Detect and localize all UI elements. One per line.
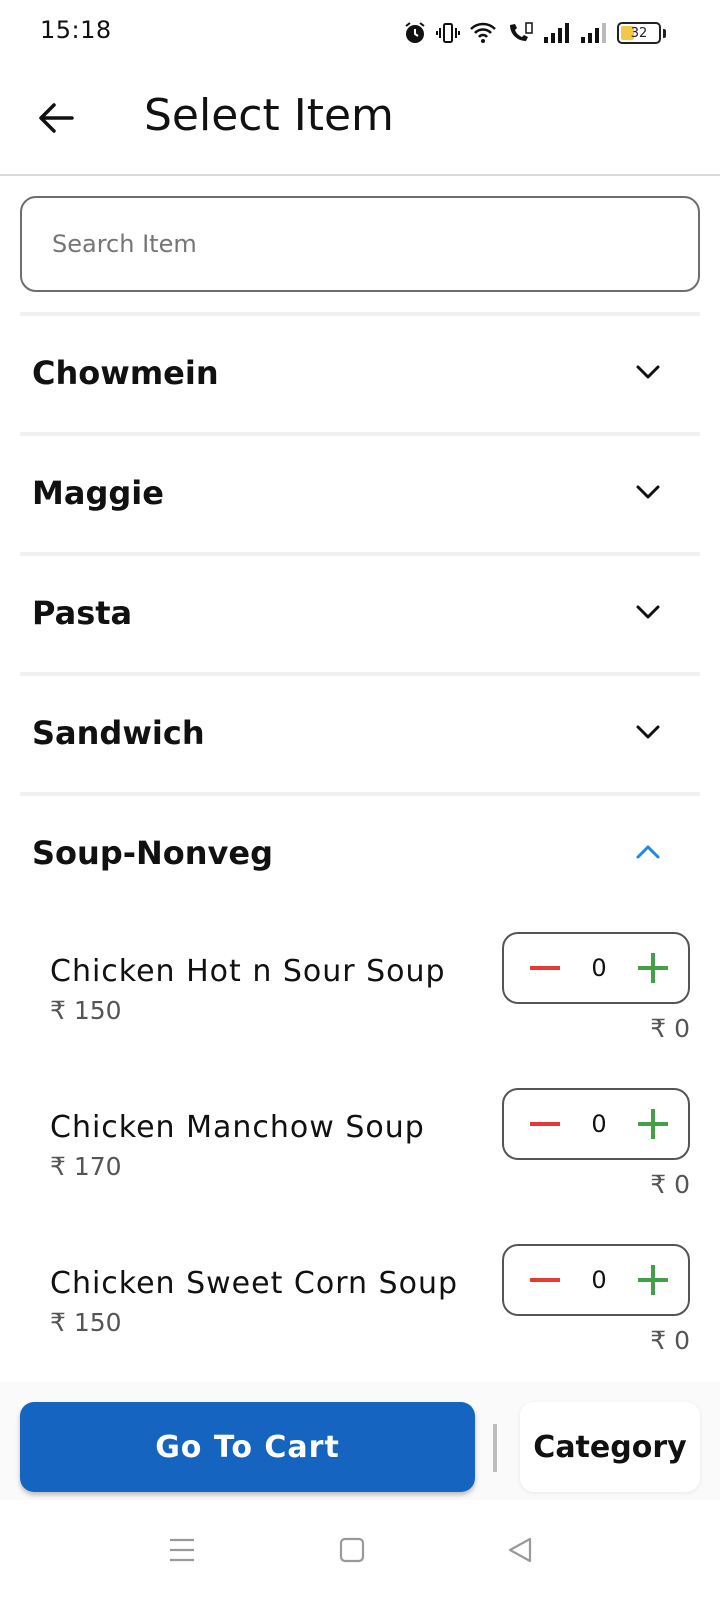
category-pasta[interactable]: Pasta — [20, 552, 700, 672]
go-to-cart-button[interactable]: Go To Cart — [20, 1402, 475, 1492]
search-input[interactable] — [20, 196, 700, 292]
quantity-value: 0 — [591, 1266, 607, 1294]
list-item: Chicken Manchow Soup ₹ 170 0 ₹ 0 — [20, 1066, 700, 1222]
minus-button[interactable] — [528, 951, 562, 985]
battery-level: 32 — [630, 25, 648, 41]
category-maggie[interactable]: Maggie — [20, 432, 700, 552]
category-name: Pasta — [32, 594, 133, 632]
bottom-action-bar: Go To Cart Category — [0, 1382, 720, 1500]
page-title: Select Item — [144, 90, 394, 141]
menu-icon — [170, 1538, 194, 1562]
item-list: Chicken Hot n Sour Soup ₹ 150 0 ₹ 0 Chic… — [20, 910, 700, 1378]
list-item: Chicken Sweet Corn Soup ₹ 150 0 ₹ 0 — [20, 1222, 700, 1378]
item-price: ₹ 150 — [50, 996, 122, 1025]
alarm-icon — [403, 21, 427, 45]
back-button[interactable] — [30, 92, 82, 144]
status-bar: 15:18 32 — [0, 0, 720, 64]
app-bar: Select Item — [0, 64, 720, 176]
item-price: ₹ 150 — [50, 1308, 122, 1337]
minus-icon — [530, 1278, 560, 1282]
item-total: ₹ 0 — [650, 1326, 690, 1355]
category-name: Soup-Nonveg — [32, 834, 274, 872]
signal-icon — [543, 22, 571, 44]
plus-button[interactable] — [636, 1263, 670, 1297]
plus-icon — [638, 1265, 668, 1295]
quantity-value: 0 — [591, 954, 607, 982]
arrow-left-icon — [39, 103, 74, 133]
divider — [493, 1424, 497, 1472]
quantity-stepper: 0 — [502, 1244, 690, 1316]
category-button[interactable]: Category — [520, 1402, 700, 1492]
wifi-calling-icon — [506, 21, 534, 45]
minus-icon — [530, 966, 560, 970]
chevron-down-icon — [636, 605, 660, 619]
item-name: Chicken Hot n Sour Soup — [50, 954, 446, 989]
chevron-down-icon — [636, 725, 660, 739]
plus-icon — [638, 953, 668, 983]
chevron-up-icon — [636, 845, 660, 859]
plus-button[interactable] — [636, 1107, 670, 1141]
item-total: ₹ 0 — [650, 1170, 690, 1199]
vibrate-icon — [436, 21, 460, 45]
system-nav-bar — [0, 1500, 720, 1600]
nav-back-button[interactable] — [500, 1530, 540, 1570]
home-square-icon — [339, 1537, 365, 1563]
category-name: Sandwich — [32, 714, 205, 752]
category-sandwich[interactable]: Sandwich — [20, 672, 700, 792]
back-triangle-icon — [508, 1537, 532, 1563]
minus-button[interactable] — [528, 1263, 562, 1297]
list-item: Chicken Hot n Sour Soup ₹ 150 0 ₹ 0 — [20, 910, 700, 1066]
category-soup-nonveg[interactable]: Soup-Nonveg — [20, 792, 700, 912]
status-time: 15:18 — [40, 16, 112, 44]
category-name: Chowmein — [32, 354, 219, 392]
minus-icon — [530, 1122, 560, 1126]
battery-icon: 32 — [617, 22, 661, 44]
quantity-stepper: 0 — [502, 1088, 690, 1160]
quantity-stepper: 0 — [502, 932, 690, 1004]
signal-icon — [580, 22, 608, 44]
home-button[interactable] — [332, 1530, 372, 1570]
chevron-down-icon — [636, 365, 660, 379]
item-price: ₹ 170 — [50, 1152, 122, 1181]
category-chowmein[interactable]: Chowmein — [20, 312, 700, 432]
wifi-icon — [469, 21, 497, 45]
item-name: Chicken Manchow Soup — [50, 1110, 425, 1145]
plus-icon — [638, 1109, 668, 1139]
recent-apps-button[interactable] — [162, 1530, 202, 1570]
category-list: Chowmein Maggie Pasta Sandwich Soup-Nonv… — [20, 312, 700, 912]
chevron-down-icon — [636, 485, 660, 499]
item-total: ₹ 0 — [650, 1014, 690, 1043]
category-name: Maggie — [32, 474, 164, 512]
minus-button[interactable] — [528, 1107, 562, 1141]
quantity-value: 0 — [591, 1110, 607, 1138]
status-icons: 32 — [403, 18, 666, 48]
plus-button[interactable] — [636, 951, 670, 985]
item-name: Chicken Sweet Corn Soup — [50, 1266, 459, 1301]
